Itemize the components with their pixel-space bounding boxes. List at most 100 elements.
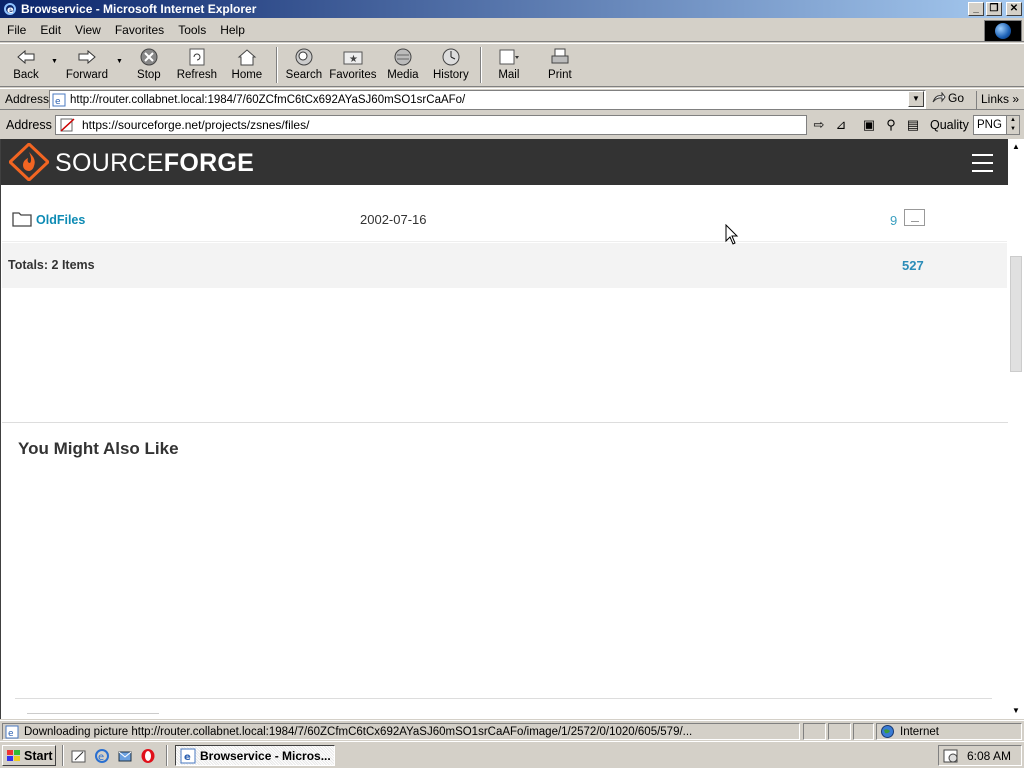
vertical-scrollbar[interactable]: ▲ ▼ bbox=[1008, 139, 1024, 719]
refresh-button[interactable]: Refresh bbox=[172, 44, 222, 86]
menu-help[interactable]: Help bbox=[213, 23, 252, 37]
scroll-up-icon[interactable]: ▲ bbox=[1008, 139, 1024, 155]
go-button[interactable]: Go bbox=[932, 91, 964, 105]
back-dropdown-icon[interactable]: ▼ bbox=[48, 58, 61, 65]
download-count[interactable]: 9 bbox=[890, 213, 897, 228]
forward-arrow-icon bbox=[76, 47, 98, 67]
svg-text:e: e bbox=[55, 97, 61, 107]
forward-dropdown-icon[interactable]: ▼ bbox=[113, 58, 126, 65]
quality-label: Quality bbox=[930, 118, 969, 132]
ie-icon: e bbox=[4, 3, 16, 16]
clock[interactable]: 6:08 AM bbox=[967, 749, 1011, 763]
show-desktop-icon[interactable] bbox=[70, 747, 88, 765]
history-icon bbox=[440, 47, 462, 67]
media-icon bbox=[392, 47, 414, 67]
status-pane bbox=[853, 723, 874, 740]
search-icon bbox=[293, 47, 315, 67]
remote-address-bar: Address https://sourceforge.net/projects… bbox=[0, 112, 1024, 138]
print-button[interactable]: Print bbox=[532, 44, 588, 86]
minimize-button[interactable]: _ bbox=[968, 2, 984, 16]
svg-text:★: ★ bbox=[349, 54, 358, 65]
system-tray: 6:08 AM bbox=[938, 745, 1022, 766]
binoculars-icon[interactable]: ⚲ bbox=[882, 116, 900, 134]
tab-outline bbox=[27, 713, 159, 714]
maximize-button[interactable]: ❐ bbox=[986, 2, 1002, 16]
menu-favorites[interactable]: Favorites bbox=[108, 23, 171, 37]
status-pane bbox=[828, 723, 851, 740]
close-button[interactable]: ✕ bbox=[1006, 2, 1022, 16]
window-title: Browservice - Microsoft Internet Explore… bbox=[21, 2, 257, 16]
address-bar: Address e http://router.collabnet.local:… bbox=[0, 88, 1024, 110]
scroll-down-icon[interactable]: ▼ bbox=[1008, 703, 1024, 719]
totals-label: Totals: 2 Items bbox=[8, 258, 95, 272]
printer-icon bbox=[549, 47, 571, 67]
insecure-page-icon bbox=[60, 118, 75, 132]
folder-link[interactable]: OldFiles bbox=[36, 213, 85, 227]
standard-toolbar: Back ▼ Forward ▼ Stop Refresh Home Searc… bbox=[0, 43, 1024, 87]
remote-address-label: Address bbox=[6, 118, 52, 132]
mouse-cursor-icon bbox=[725, 224, 739, 245]
favorites-button[interactable]: ★ Favorites bbox=[326, 44, 380, 86]
opera-icon[interactable] bbox=[139, 747, 157, 765]
status-pane bbox=[803, 723, 826, 740]
taskbar-window-button[interactable]: e Browservice - Micros... bbox=[175, 745, 335, 766]
mail-icon bbox=[498, 47, 520, 67]
mail-button[interactable]: Mail bbox=[486, 44, 532, 86]
search-button[interactable]: Search bbox=[282, 44, 326, 86]
clipboard-icon[interactable]: ▤ bbox=[904, 116, 922, 134]
quality-spinner[interactable]: ▲ ▼ bbox=[1006, 116, 1019, 134]
ie-icon: e bbox=[180, 748, 196, 763]
back-arrow-icon bbox=[15, 47, 37, 67]
section-divider bbox=[15, 698, 992, 699]
history-button[interactable]: History bbox=[426, 44, 476, 86]
hamburger-menu-icon[interactable] bbox=[972, 154, 993, 172]
toolbar-separator bbox=[275, 47, 278, 83]
menu-tools[interactable]: Tools bbox=[171, 23, 213, 37]
stop-button[interactable]: Stop bbox=[126, 44, 172, 86]
svg-text:e: e bbox=[7, 5, 14, 16]
address-label: Address bbox=[5, 92, 50, 106]
home-icon bbox=[236, 47, 258, 67]
menu-edit[interactable]: Edit bbox=[33, 23, 68, 37]
chevron-right-icon: » bbox=[1012, 92, 1020, 106]
totals-row: Totals: 2 Items 527 bbox=[2, 243, 1007, 288]
windows-logo-icon bbox=[7, 749, 20, 761]
ie-launch-icon[interactable]: e bbox=[93, 747, 111, 765]
menu-view[interactable]: View bbox=[68, 23, 108, 37]
address-dropdown-button[interactable]: ▼ bbox=[908, 91, 924, 107]
file-row: OldFiles 2002-07-16 9 bbox=[2, 199, 1007, 242]
taskbar-separator bbox=[166, 745, 168, 766]
sourceforge-brand[interactable]: SOURCEFORGE bbox=[55, 149, 254, 178]
back-button[interactable]: Back bbox=[4, 44, 48, 86]
outlook-express-icon[interactable] bbox=[116, 747, 134, 765]
download-stats-icon[interactable] bbox=[904, 209, 925, 226]
ie-throbber bbox=[984, 20, 1022, 42]
section-divider bbox=[2, 422, 1008, 423]
links-button[interactable]: Links » bbox=[976, 91, 1019, 109]
status-message: e Downloading picture http://router.coll… bbox=[2, 723, 800, 740]
internet-globe-icon bbox=[881, 725, 894, 738]
home-button[interactable]: Home bbox=[222, 44, 272, 86]
address-input[interactable]: e http://router.collabnet.local:1984/7/6… bbox=[49, 90, 926, 109]
go-arrow-icon[interactable]: ⇨ bbox=[810, 116, 828, 134]
status-bar: e Downloading picture http://router.coll… bbox=[0, 720, 1024, 740]
sourceforge-header: SOURCEFORGE bbox=[1, 139, 1008, 185]
security-zone: Internet bbox=[876, 723, 1022, 740]
start-button[interactable]: Start bbox=[2, 745, 56, 766]
file-date: 2002-07-16 bbox=[360, 212, 427, 227]
menu-file[interactable]: File bbox=[0, 23, 33, 37]
svg-text:e: e bbox=[184, 752, 191, 763]
remote-address-input[interactable]: https://sourceforge.net/projects/zsnes/f… bbox=[55, 115, 807, 135]
toolbar-separator bbox=[479, 47, 482, 83]
totals-downloads[interactable]: 527 bbox=[902, 258, 924, 273]
find-icon[interactable]: ▣ bbox=[860, 116, 878, 134]
page-icon: e bbox=[52, 93, 66, 107]
media-button[interactable]: Media bbox=[380, 44, 426, 86]
quality-select[interactable]: PNG ▲ ▼ bbox=[973, 115, 1020, 135]
scrollbar-thumb[interactable] bbox=[1010, 256, 1022, 372]
refresh-icon bbox=[186, 47, 208, 67]
tray-scheduler-icon[interactable] bbox=[943, 748, 959, 764]
bookmark-icon[interactable]: ⊿ bbox=[832, 116, 850, 134]
forward-button[interactable]: Forward bbox=[61, 44, 113, 86]
remote-url: https://sourceforge.net/projects/zsnes/f… bbox=[82, 118, 310, 132]
